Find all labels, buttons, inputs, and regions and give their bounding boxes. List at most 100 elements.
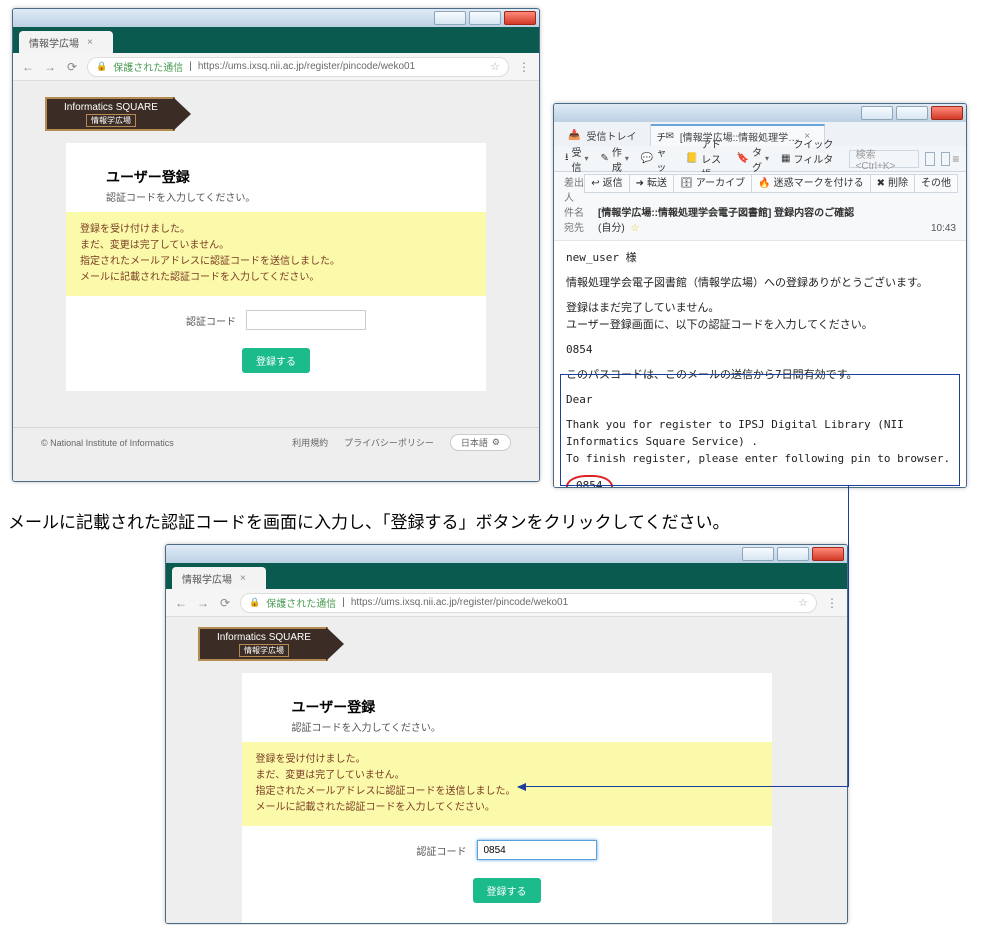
download-icon: ⭳	[565, 150, 569, 167]
mail-line: ユーザー登録画面に、以下の認証コードを入力してください。	[566, 316, 954, 333]
annotation-connector-vert	[848, 486, 849, 786]
minimize-button[interactable]	[434, 11, 466, 25]
language-selector[interactable]: 日本語 ⚙	[450, 434, 511, 451]
pin-circle-annotation: 0854	[566, 475, 613, 488]
notice-line: メールに記載された認証コードを入力してください。	[256, 800, 758, 816]
menu-icon[interactable]: ⋮	[517, 60, 531, 74]
close-tab-icon[interactable]: ×	[87, 37, 93, 48]
pin-input[interactable]	[477, 840, 597, 860]
pin-input[interactable]	[246, 310, 366, 330]
bookmark-star-icon[interactable]: ☆	[798, 596, 808, 609]
compose-button[interactable]: ✎作成▾	[596, 149, 634, 169]
btn-label: 迷惑マークを付ける	[774, 176, 864, 191]
logo-text-main: Informatics SQUARE	[217, 632, 311, 643]
back-icon[interactable]: ←	[174, 596, 188, 610]
btn-label: 返信	[603, 176, 623, 191]
quickfilter-button[interactable]: ▦クイックフィルター	[776, 149, 847, 169]
mail-window: 📥 受信トレイ ✉ [情報学広場::情報処理学… × ⭳受信▾ ✎作成▾ 💬チャ…	[553, 103, 967, 488]
archive-button[interactable]: 🗄アーカイブ	[674, 174, 752, 193]
addressbook-button[interactable]: 📒アドレス帳	[681, 149, 730, 169]
browser-window-2: 情報学広場 × ← → ⟳ 🔒 保護された通信 | https://ums.ix…	[165, 544, 848, 924]
btn-label: 受信	[572, 144, 582, 174]
tag-icon: 🔖	[737, 153, 749, 164]
back-icon[interactable]: ←	[21, 60, 35, 74]
menu-icon[interactable]: ⋮	[825, 596, 839, 610]
card-heading: ユーザー登録	[292, 697, 722, 717]
receive-button[interactable]: ⭳受信▾	[560, 149, 594, 169]
close-tab-icon[interactable]: ×	[240, 573, 246, 584]
forward-button[interactable]: ➜転送	[630, 174, 674, 193]
globe-icon: ⚙	[492, 437, 500, 448]
caret-down-icon: ▾	[585, 154, 589, 163]
mail-header: ↩返信 ➜転送 🗄アーカイブ 🔥迷惑マークを付ける ✖削除 その他 差出人ips…	[554, 172, 966, 241]
tab-label: 受信トレイ	[586, 128, 636, 143]
submit-button[interactable]: 登録する	[473, 878, 541, 903]
reload-icon[interactable]: ⟳	[65, 60, 79, 74]
notice-line: 登録を受け付けました。	[80, 222, 472, 238]
footer-terms-link[interactable]: 利用規約	[292, 436, 328, 449]
menu-icon[interactable]: ≡	[952, 152, 960, 166]
site-logo[interactable]: Informatics SQUARE 情報学広場	[45, 97, 205, 131]
url-sep: |	[342, 597, 345, 608]
tab-title: 情報学広場	[182, 571, 232, 586]
delete-button[interactable]: ✖削除	[871, 174, 915, 193]
minimize-button[interactable]	[742, 547, 774, 561]
star-icon[interactable]: ☆	[631, 221, 640, 236]
mail-tab-inbox[interactable]: 📥 受信トレイ	[554, 124, 651, 146]
browser-tabstrip: 情報学広場 ×	[166, 563, 847, 589]
mail-titlebar	[554, 104, 966, 122]
mail-body: new_user 様 情報処理学会電子図書館（情報学広場）への登録ありがとうござ…	[554, 241, 966, 488]
to-value: (自分)	[598, 221, 625, 236]
tab-title: 情報学広場	[29, 35, 79, 50]
junk-button[interactable]: 🔥迷惑マークを付ける	[752, 174, 870, 193]
maximize-button[interactable]	[469, 11, 501, 25]
logo-text-sub: 情報学広場	[86, 114, 136, 127]
chat-button[interactable]: 💬チャット	[636, 149, 679, 169]
toolbar-square-1[interactable]	[925, 152, 934, 166]
forward-icon[interactable]: →	[43, 60, 57, 74]
toolbar-square-2[interactable]	[941, 152, 950, 166]
to-label: 宛先	[564, 221, 592, 236]
url-sep: |	[189, 61, 192, 72]
more-button[interactable]: その他	[915, 174, 958, 193]
mail-time: 10:43	[931, 221, 956, 236]
subject-value: [情報学広場::情報処理学会電子図書館] 登録内容のご確認	[598, 206, 854, 221]
browser-tab[interactable]: 情報学広場 ×	[19, 31, 113, 53]
mail-line: 情報処理学会電子図書館（情報学広場）への登録ありがとうございます。	[566, 274, 954, 291]
notice-line: まだ、変更は完了していません。	[256, 768, 758, 784]
tab-label: [情報学広場::情報処理学…	[680, 129, 798, 144]
site-logo[interactable]: Informatics SQUARE 情報学広場	[198, 627, 358, 661]
maximize-button[interactable]	[896, 106, 928, 120]
forward-icon[interactable]: →	[196, 596, 210, 610]
logo-text-main: Informatics SQUARE	[64, 102, 158, 113]
btn-label: 作成	[612, 144, 622, 174]
reload-icon[interactable]: ⟳	[218, 596, 232, 610]
secure-label: 保護された通信	[266, 595, 336, 610]
footer-copyright: © National Institute of Informatics	[41, 438, 174, 448]
caret-down-icon: ▾	[625, 154, 629, 163]
close-button[interactable]	[504, 11, 536, 25]
pin-label: 認証コード	[417, 843, 467, 858]
maximize-button[interactable]	[777, 547, 809, 561]
mail-search[interactable]: 検索 <Ctrl+K>	[849, 150, 920, 168]
notice-line: 指定されたメールアドレスに認証コードを送信しました。	[80, 254, 472, 270]
browser-tab[interactable]: 情報学広場 ×	[172, 567, 266, 589]
browser-window-1: 情報学広場 × ← → ⟳ 🔒 保護された通信 | https://ums.ix…	[12, 8, 540, 482]
submit-button[interactable]: 登録する	[242, 348, 310, 373]
bookmark-star-icon[interactable]: ☆	[490, 60, 500, 73]
url-field[interactable]: 🔒 保護された通信 | https://ums.ixsq.nii.ac.jp/r…	[87, 57, 509, 77]
url-field[interactable]: 🔒 保護された通信 | https://ums.ixsq.nii.ac.jp/r…	[240, 593, 817, 613]
mail-line: new_user 様	[566, 249, 954, 266]
browser-addressbar: ← → ⟳ 🔒 保護された通信 | https://ums.ixsq.nii.a…	[13, 53, 539, 81]
notice-line: 登録を受け付けました。	[256, 752, 758, 768]
mail-line: To finish register, please enter followi…	[566, 450, 954, 467]
footer-privacy-link[interactable]: プライバシーポリシー	[344, 436, 434, 449]
instruction-text: メールに記載された認証コードを画面に入力し、「登録する」ボタンをクリックしてくだ…	[8, 508, 729, 533]
close-button[interactable]	[931, 106, 963, 120]
browser-addressbar: ← → ⟳ 🔒 保護された通信 | https://ums.ixsq.nii.a…	[166, 589, 847, 617]
close-button[interactable]	[812, 547, 844, 561]
tag-button[interactable]: 🔖タグ▾	[732, 149, 774, 169]
mail-toolbar: ⭳受信▾ ✎作成▾ 💬チャット 📒アドレス帳 🔖タグ▾ ▦クイックフィルター 検…	[554, 146, 966, 172]
reply-button[interactable]: ↩返信	[584, 174, 629, 193]
minimize-button[interactable]	[861, 106, 893, 120]
